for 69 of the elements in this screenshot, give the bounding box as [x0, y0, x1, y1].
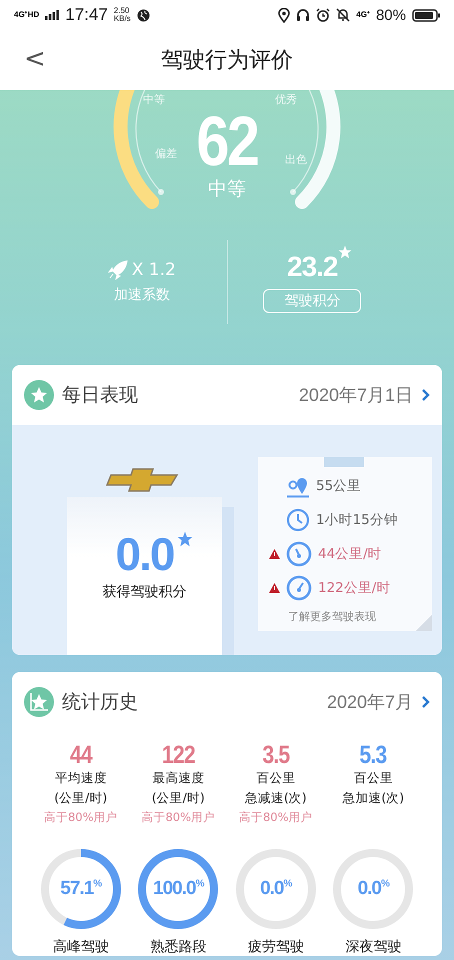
headphones-icon	[296, 8, 310, 22]
back-button[interactable]: <	[18, 44, 52, 74]
metric-value: 5.3	[360, 742, 387, 768]
star-badge-icon	[24, 380, 54, 410]
star-chart-icon	[24, 687, 54, 717]
stat-text: 55公里	[316, 477, 362, 495]
tape-strip	[324, 457, 364, 467]
more-link[interactable]: 了解更多驾驶表现	[288, 609, 376, 624]
date-link[interactable]: 2020年7月1日	[298, 383, 430, 407]
stat-text: 44公里/时	[318, 545, 382, 563]
network-type-label: 4G⁺	[356, 11, 370, 19]
ring-label: 疲劳驾驶	[248, 938, 304, 956]
daily-points-value: 0.0	[116, 528, 174, 580]
card-title: 每日表现	[62, 383, 138, 408]
ring-value: 0.0$^{%}$	[358, 878, 389, 900]
metric-note: 高于80%用户	[238, 809, 313, 826]
ring-label: 熟悉路段	[150, 938, 206, 956]
boost-label: 加速系数	[114, 286, 170, 304]
stat-text: 1小时15分钟	[316, 511, 398, 529]
points-value: 23.2	[287, 251, 338, 283]
rocket-icon	[108, 260, 128, 280]
globe-icon	[136, 8, 150, 22]
signal-label: 4G⁺HD	[14, 11, 40, 19]
ring-value: 57.1$^{%}$	[60, 878, 102, 900]
ring-label: 高峰驾驶	[52, 938, 109, 956]
metric-label: 最高速度	[152, 769, 204, 787]
ring-value: 100.0$^{%}$	[153, 878, 204, 900]
metric-label: (公里/时)	[152, 789, 205, 807]
battery-icon	[412, 8, 440, 22]
chevron-right-icon	[421, 388, 430, 402]
metric-label: 急加速(次)	[342, 789, 404, 807]
stat-text: 122公里/时	[318, 579, 390, 597]
metric-label: 百公里	[256, 769, 296, 787]
chevron-right-icon	[421, 695, 430, 709]
gauge-label: 偏差	[155, 146, 177, 161]
gauge-label: 优秀	[275, 92, 297, 107]
metric-value: 3.5	[262, 742, 290, 768]
ring-label: 深夜驾驶	[345, 938, 402, 956]
clock-icon	[286, 508, 310, 532]
metric-value: 122	[162, 742, 195, 768]
gauge-label: 出色	[285, 152, 307, 167]
signal-icon	[45, 10, 60, 20]
battery-percent: 80%	[376, 6, 406, 24]
location-icon	[278, 8, 290, 22]
metric-label: 百公里	[354, 769, 393, 787]
metric-value: 44	[70, 742, 92, 768]
alarm-icon	[316, 8, 330, 22]
metric-note: 高于80%用户	[44, 809, 118, 826]
score-grade: 中等	[208, 177, 246, 202]
network-speed-unit: KB/s	[114, 15, 131, 23]
star-icon	[177, 531, 194, 547]
network-speed: 2.50	[114, 7, 130, 15]
metric-label: (公里/时)	[54, 789, 108, 807]
gauge-label: 中等	[143, 92, 165, 107]
daily-points-label: 获得驾驶积分	[102, 583, 186, 601]
muted-bell-icon	[336, 8, 350, 22]
clock-time: 17:47	[65, 5, 108, 25]
speedometer-icon	[286, 541, 312, 567]
metric-note: 高于80%用户	[141, 809, 216, 826]
card-title: 统计历史	[62, 690, 138, 715]
month-link[interactable]: 2020年7月	[326, 690, 430, 714]
metric-label: 急减速(次)	[244, 789, 307, 807]
speedometer-icon	[286, 575, 312, 601]
boost-value: X 1.2	[132, 260, 176, 280]
metric-label: 平均速度	[54, 769, 107, 787]
star-icon	[338, 245, 352, 259]
ring-value: 0.0$^{%}$	[260, 878, 292, 900]
page-title: 驾驶行为评价	[161, 47, 293, 75]
score-value: 62	[196, 106, 258, 176]
